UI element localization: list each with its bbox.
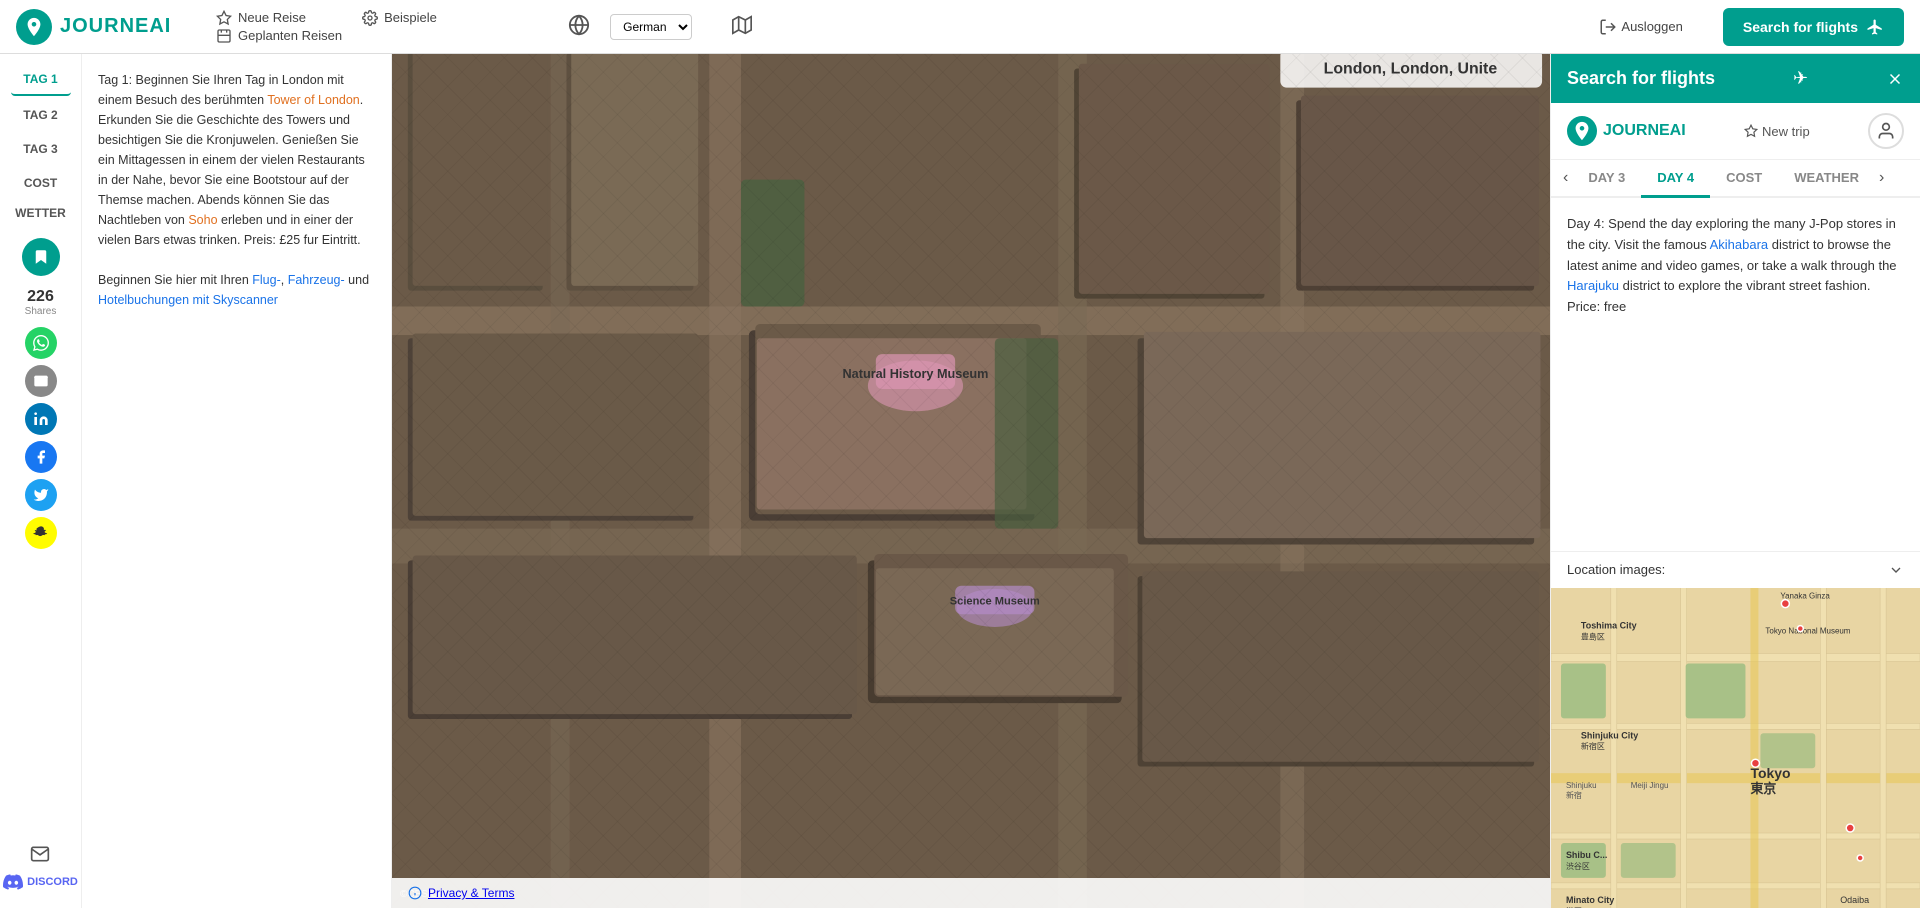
privacy-link[interactable]: Privacy & Terms <box>428 886 514 900</box>
location-images-toggle[interactable]: Location images: <box>1551 551 1920 588</box>
logo-area: JOURNEAI <box>16 9 196 45</box>
facebook-share-button[interactable] <box>25 441 57 473</box>
logo-text: JOURNEAI <box>60 15 171 38</box>
left-sidebar: TAG 1 TAG 2 TAG 3 COST WETTER 226 Shares <box>0 54 82 908</box>
sidebar-tab-tag3[interactable]: TAG 3 <box>11 134 71 164</box>
soho-link[interactable]: Soho <box>188 213 217 227</box>
sidebar-tab-tag1[interactable]: TAG 1 <box>11 64 71 96</box>
top-bar: JOURNEAI Neue Reise Beispiele Geplanten … <box>0 0 1920 54</box>
sidebar-tab-wetter[interactable]: WETTER <box>11 198 71 228</box>
twitter-share-button[interactable] <box>25 479 57 511</box>
map-3d-view[interactable]: Natural History Museum Science Museum Lo… <box>392 54 1550 908</box>
new-trip-button[interactable]: New trip <box>1744 124 1810 139</box>
nav-geplanten[interactable]: Geplanten Reisen <box>216 28 342 44</box>
svg-text:Yanaka Ginza: Yanaka Ginza <box>1780 591 1830 600</box>
map-area: Natural History Museum Science Museum Lo… <box>392 54 1550 908</box>
right-logo-text: JOURNEAI <box>1603 122 1686 140</box>
discord-button[interactable]: DISCORD <box>3 872 78 892</box>
tab-weather[interactable]: WEATHER <box>1778 160 1875 198</box>
bookmark-button[interactable] <box>22 238 60 276</box>
logout-button[interactable]: Ausloggen <box>1599 18 1682 36</box>
language-selector[interactable]: German English French <box>610 14 692 40</box>
day4-content: Day 4: Spend the day exploring the many … <box>1551 198 1920 551</box>
footer-links: DISCORD <box>3 844 78 908</box>
email-share-button[interactable] <box>25 365 57 397</box>
map-icon <box>732 15 752 35</box>
tower-of-london-link[interactable]: Tower of London <box>267 93 359 107</box>
svg-text:Shinjuku: Shinjuku <box>1566 781 1597 790</box>
right-panel-logo-bar: JOURNEAI New trip <box>1551 103 1920 160</box>
tab-day3[interactable]: DAY 3 <box>1572 160 1641 198</box>
svg-text:Tokyo National Museum: Tokyo National Museum <box>1765 626 1850 635</box>
nav-items: Neue Reise Beispiele Geplanten Reisen <box>216 10 488 44</box>
day-tabs-bar: ‹ DAY 3 DAY 4 COST WEATHER › <box>1551 160 1920 198</box>
map-svg: Natural History Museum Science Museum Lo… <box>392 54 1550 908</box>
right-map[interactable]: Toshima City 豊島区 Yanaka Ginza Tokyo Nati… <box>1551 588 1920 908</box>
search-flights-button[interactable]: Search for flights <box>1723 8 1904 46</box>
svg-text:豊島区: 豊島区 <box>1581 631 1605 641</box>
main-layout: TAG 1 TAG 2 TAG 3 COST WETTER 226 Shares <box>0 54 1920 908</box>
svg-text:Minato City: Minato City <box>1566 894 1614 904</box>
globe-icon[interactable] <box>568 14 590 39</box>
svg-text:Shinjuku City: Shinjuku City <box>1581 730 1638 740</box>
sidebar-tab-tag2[interactable]: TAG 2 <box>11 100 71 130</box>
tab-day4[interactable]: DAY 4 <box>1641 160 1710 198</box>
nav-beispiele[interactable]: Beispiele <box>362 10 488 26</box>
info-icon <box>408 886 422 900</box>
sidebar-tab-cost[interactable]: COST <box>11 168 71 198</box>
right-panel-header: Search for flights ✈ <box>1551 54 1920 103</box>
svg-text:Shibu C...: Shibu C... <box>1566 849 1607 859</box>
fahrzeug-link[interactable]: Fahrzeug- <box>288 273 345 287</box>
chevron-right[interactable]: › <box>1875 161 1888 195</box>
svg-text:渋谷区: 渋谷区 <box>1566 860 1590 870</box>
shares-count: 226 Shares <box>25 288 57 317</box>
svg-text:Toshima City: Toshima City <box>1581 620 1637 630</box>
svg-text:新宿: 新宿 <box>1566 790 1582 800</box>
snapchat-share-button[interactable] <box>25 517 57 549</box>
chevron-down-icon <box>1888 562 1904 578</box>
day1-text: Tag 1: Beginnen Sie Ihren Tag in London … <box>98 70 375 250</box>
tab-cost[interactable]: COST <box>1710 160 1778 198</box>
content-area: Tag 1: Beginnen Sie Ihren Tag in London … <box>82 54 1920 908</box>
harajuku-link[interactable]: Harajuku <box>1567 278 1619 293</box>
footer-email-icon[interactable] <box>30 844 50 864</box>
skyscanner-section: Beginnen Sie hier mit Ihren Flug-, Fahrz… <box>98 270 375 310</box>
right-panel-title: Search for flights <box>1567 68 1715 89</box>
right-panel: Search for flights ✈ JOURNEAI New trip <box>1550 54 1920 908</box>
right-logo: JOURNEAI <box>1567 116 1686 146</box>
akihabara-link[interactable]: Akihabara <box>1710 237 1769 252</box>
hotelbuchungen-link[interactable]: Hotelbuchungen mit Skyscanner <box>98 293 278 307</box>
svg-text:東京: 東京 <box>1750 781 1776 796</box>
close-icon[interactable] <box>1886 70 1904 88</box>
svg-text:London, London, Unite: London, London, Unite <box>1324 60 1498 77</box>
svg-text:Natural History Museum: Natural History Museum <box>843 367 989 381</box>
privacy-bar: Privacy & Terms <box>392 878 1550 908</box>
svg-text:新宿区: 新宿区 <box>1581 741 1605 751</box>
linkedin-share-button[interactable] <box>25 403 57 435</box>
logo-icon <box>16 9 52 45</box>
user-icon[interactable] <box>1868 113 1904 149</box>
flug-link[interactable]: Flug- <box>252 273 280 287</box>
svg-text:Odaiba: Odaiba <box>1840 894 1869 904</box>
tokyo-map-view: Toshima City 豊島区 Yanaka Ginza Tokyo Nati… <box>1551 588 1920 908</box>
social-share-icons <box>25 327 57 549</box>
whatsapp-share-button[interactable] <box>25 327 57 359</box>
svg-text:Science Museum: Science Museum <box>950 596 1040 608</box>
nav-neue-reise[interactable]: Neue Reise <box>216 10 342 26</box>
svg-text:Meiji Jingu: Meiji Jingu <box>1631 781 1669 790</box>
plane-icon: ✈ <box>1793 68 1808 89</box>
right-logo-icon <box>1567 116 1597 146</box>
text-panel: Tag 1: Beginnen Sie Ihren Tag in London … <box>82 54 392 908</box>
chevron-left[interactable]: ‹ <box>1559 161 1572 195</box>
